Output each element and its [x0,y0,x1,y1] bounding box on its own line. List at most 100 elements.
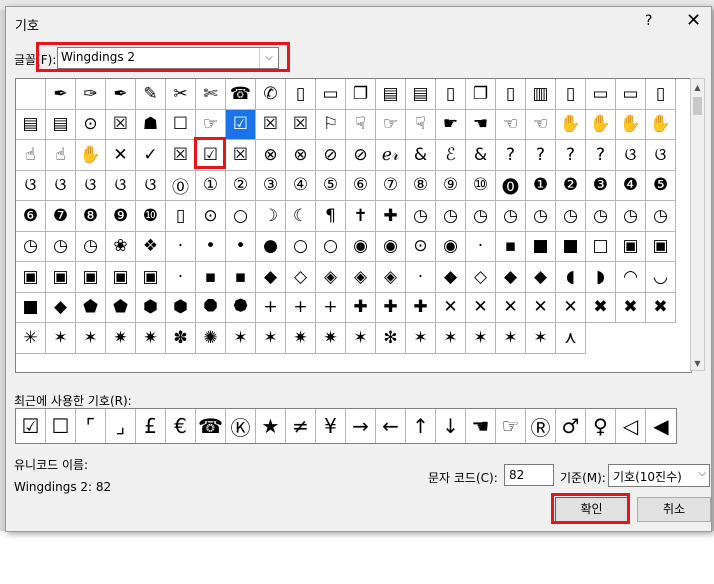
symbol-cell[interactable]: ◆ [256,262,286,293]
symbol-cell[interactable]: ▪ [496,231,526,262]
symbol-cell[interactable]: ▤ [16,109,46,140]
symbol-cell[interactable]: ◈ [346,262,376,293]
symbol-cell[interactable]: ◷ [406,201,436,232]
help-button[interactable]: ? [645,13,652,29]
symbol-cell[interactable]: ☟ [406,109,436,140]
symbol-cell[interactable]: ✶ [496,323,526,354]
symbol-cell[interactable]: ▣ [46,262,76,293]
char-code-input[interactable]: 82 [504,464,554,486]
symbol-cell[interactable]: · [406,262,436,293]
symbol-cell[interactable]: · [166,262,196,293]
symbol-cell[interactable]: ① [196,170,226,201]
symbol-cell[interactable]: ▯ [646,79,676,110]
symbol-cell[interactable]: ◉ [376,231,406,262]
symbol-cell[interactable]: ▯ [166,201,196,232]
symbol-cell[interactable]: ଓ [16,170,46,201]
symbol-cell[interactable]: ✕ [556,292,586,323]
symbol-cell[interactable]: ✆ [256,79,286,110]
symbol-cell[interactable]: ✶ [406,323,436,354]
symbol-cell[interactable]: ◷ [46,231,76,262]
symbol-cell[interactable]: ⊙ [76,109,106,140]
symbol-cell[interactable]: ❀ [106,231,136,262]
symbol-cell[interactable]: ▥ [526,79,556,110]
symbol-cell[interactable]: ✷ [136,323,166,354]
symbol-cell[interactable]: ✎ [136,79,166,110]
symbol-cell[interactable]: ☒ [286,109,316,140]
symbol-cell[interactable]: + [316,292,346,323]
recent-symbol-cell[interactable]: ☎ [196,409,226,443]
chevron-down-icon[interactable]: ⌵ [259,48,278,68]
symbol-cell[interactable]: ● [256,231,286,262]
symbol-cell[interactable]: ⬢ [136,292,166,323]
base-select[interactable]: 기호(10진수) ⌵ [608,464,710,487]
symbol-cell[interactable]: ✕ [106,140,136,171]
symbol-cell[interactable]: ⑥ [346,170,376,201]
symbol-cell[interactable]: ⯄ [226,292,256,323]
symbol-cell[interactable]: & [406,140,436,171]
symbol-cell[interactable]: ▯ [286,79,316,110]
symbol-cell[interactable]: ☟ [346,109,376,140]
recent-symbol-cell[interactable]: ◀ [646,409,676,443]
symbol-cell[interactable]: ☒ [166,140,196,171]
symbol-cell[interactable]: □ [586,231,616,262]
recent-symbol-cell[interactable]: ↓ [436,409,466,443]
symbol-cell[interactable]: ○ [226,201,256,232]
recent-symbol-cell[interactable]: ¥ [316,409,346,443]
symbol-cell[interactable]: ☛ [436,109,466,140]
symbol-cell[interactable]: ✋ [556,109,586,140]
symbol-cell[interactable]: ✕ [496,292,526,323]
symbol-cell[interactable]: ✖ [586,292,616,323]
font-select[interactable]: Wingdings 2 ⌵ [57,47,279,69]
symbol-cell[interactable]: ⊗ [286,140,316,171]
symbol-cell[interactable]: · [166,231,196,262]
symbol-cell[interactable]: ⊘ [316,140,346,171]
symbol-cell[interactable]: ☒ [226,140,256,171]
symbol-cell[interactable]: ☝ [46,140,76,171]
symbol-cell[interactable]: ▯ [496,79,526,110]
symbol-cell[interactable]: ✚ [376,201,406,232]
symbol-cell[interactable]: ☚ [466,109,496,140]
symbol-cell[interactable]: • [196,231,226,262]
symbol-cell[interactable]: ☞ [376,109,406,140]
symbol-cell[interactable]: ⊘ [346,140,376,171]
symbol-cell[interactable]: ⑤ [316,170,346,201]
symbol-cell[interactable]: ◇ [286,262,316,293]
symbol-cell[interactable]: ℰ [436,140,466,171]
symbol-cell[interactable]: ☑ [196,140,226,171]
symbol-cell[interactable]: • [226,231,256,262]
symbol-cell[interactable]: ❐ [346,79,376,110]
symbol-cell[interactable]: ❖ [136,231,166,262]
symbol-cell[interactable]: ■ [16,292,46,323]
symbol-cell[interactable]: ○ [286,231,316,262]
symbol-cell[interactable]: ☝ [16,140,46,171]
symbol-cell[interactable]: ✚ [406,292,436,323]
symbol-cell[interactable]: ◷ [526,201,556,232]
symbol-cell[interactable]: ◷ [76,231,106,262]
symbol-cell[interactable]: ✳ [16,323,46,354]
symbol-cell[interactable]: ✚ [346,292,376,323]
symbol-cell[interactable]: ❽ [76,201,106,232]
recent-symbol-cell[interactable]: ↑ [406,409,436,443]
symbol-cell[interactable]: ⬟ [106,292,136,323]
symbol-cell[interactable]: ? [556,140,586,171]
symbol-cell[interactable]: ⊙ [406,231,436,262]
symbol-cell[interactable]: ✷ [286,323,316,354]
symbol-cell[interactable]: ⊙ [196,201,226,232]
recent-symbol-cell[interactable]: ◁ [616,409,646,443]
symbol-cell[interactable]: ☜ [526,109,556,140]
recent-symbol-cell[interactable]: ♂ [556,409,586,443]
symbol-cell[interactable]: ❼ [46,201,76,232]
symbol-cell[interactable]: ▣ [136,262,166,293]
symbol-cell[interactable]: ✶ [346,323,376,354]
symbol-cell[interactable]: ? [586,140,616,171]
recent-symbol-cell[interactable]: ★ [256,409,286,443]
symbol-cell[interactable]: ◠ [616,262,646,293]
symbol-cell[interactable]: ◡ [646,262,676,293]
recent-symbol-cell[interactable]: £ [136,409,166,443]
symbol-cell[interactable]: ✕ [526,292,556,323]
symbol-cell[interactable]: + [256,292,286,323]
recent-symbol-cell[interactable]: Ⓡ [526,409,556,443]
symbol-cell[interactable]: ✓ [136,140,166,171]
symbol-cell[interactable]: ✋ [646,109,676,140]
symbol-cell[interactable]: ◷ [646,201,676,232]
